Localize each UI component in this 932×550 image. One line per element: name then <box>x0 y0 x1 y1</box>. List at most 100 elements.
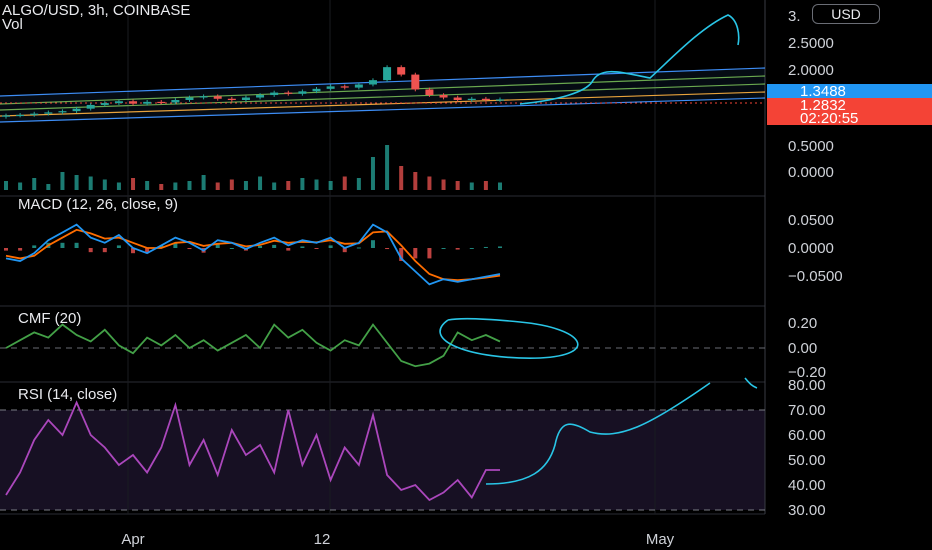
volume-bar <box>173 182 178 190</box>
macd-histogram-bar <box>483 246 488 248</box>
candle-body <box>439 95 448 98</box>
cmf-axis-tick: 0.00 <box>788 340 817 357</box>
candle-body <box>496 99 504 101</box>
volume-bar <box>483 181 488 190</box>
rsi-axis-tick: 60.00 <box>788 427 826 444</box>
candle-body <box>72 108 81 112</box>
macd-line <box>5 223 501 286</box>
volume-bar <box>342 176 347 190</box>
volume-bar <box>116 182 121 190</box>
volume-bar <box>356 178 361 190</box>
candle-body <box>383 67 392 81</box>
volume-bar <box>215 182 220 190</box>
rsi-axis-tick: 50.00 <box>788 452 826 469</box>
macd-histogram-bar <box>328 245 333 248</box>
candle-body <box>298 91 307 94</box>
candle-body <box>143 101 152 104</box>
candle-body <box>411 74 420 90</box>
cmf-pane-title: CMF (20) <box>18 310 82 327</box>
candle-body <box>16 114 25 117</box>
volume-bar <box>131 178 136 190</box>
macd-histogram-bar <box>300 246 305 248</box>
trading-chart[interactable]: 3. 2.5000 2.0000 0.5000 0.0000 0.0500 0.0000 −0… <box>0 0 932 550</box>
last_price-badge <box>767 84 932 98</box>
macd-histogram-bar <box>187 248 192 250</box>
candle-body <box>213 96 222 99</box>
volume-bar <box>427 176 432 190</box>
candle-body <box>30 113 39 115</box>
time-axis-tick: May <box>646 531 675 548</box>
volume-bar <box>74 175 79 190</box>
candle-body <box>453 97 462 100</box>
volume-bar <box>498 182 502 190</box>
candle-body <box>114 101 123 104</box>
time-axis-tick: Apr <box>121 531 144 548</box>
cmf-series <box>0 323 765 368</box>
macd-pane-title: MACD (12, 26, close, 9) <box>18 196 179 213</box>
volume-bar <box>441 179 446 190</box>
candle-body <box>368 80 377 85</box>
macd-axis-tick: −0.0500 <box>788 268 843 285</box>
macd-histogram-bar <box>102 248 107 253</box>
macd-axis-tick: 0.0000 <box>788 240 834 257</box>
rsi-axis-tick: 30.00 <box>788 502 826 519</box>
volume-bar <box>229 179 234 190</box>
price-axis-tick: 2.5000 <box>788 35 834 52</box>
macd-histogram-bar <box>18 248 23 251</box>
volume-bar <box>385 145 390 190</box>
volume-bar <box>159 184 164 190</box>
candle-body <box>171 100 180 103</box>
volume-bar <box>300 178 305 190</box>
time-axis-tick: 12 <box>314 531 331 548</box>
volume-bar <box>258 176 263 190</box>
volume-bar <box>201 175 206 190</box>
macd-axis-tick: 0.0500 <box>788 212 834 229</box>
macd-histogram-bar <box>356 247 361 249</box>
volume-bar <box>187 181 192 190</box>
candle-body <box>86 104 95 109</box>
volume-bar <box>286 181 291 190</box>
rsi-axis-tick: 70.00 <box>788 402 826 419</box>
candle-body <box>227 98 236 100</box>
macd-histogram-bar <box>286 248 291 251</box>
candle-body <box>467 98 476 100</box>
macd-histogram-bar <box>272 244 277 248</box>
volume-bar <box>60 172 65 190</box>
macd-histogram-bar <box>60 242 65 248</box>
macd-histogram-bar <box>258 245 263 248</box>
candle-body <box>185 97 194 100</box>
volume-bar <box>243 181 248 190</box>
macd-histogram-bar <box>455 248 460 250</box>
countdown-label: 02:20:55 <box>800 110 858 127</box>
candle-body <box>397 67 406 75</box>
volume-bar <box>455 181 460 190</box>
macd-histogram-bar <box>229 248 234 249</box>
macd-histogram-bar <box>441 248 446 249</box>
currency-button[interactable]: USD <box>812 4 880 24</box>
volume-bar <box>46 184 51 190</box>
volume-pane-title: Vol <box>2 16 23 33</box>
price-axis-tick: 2.0000 <box>788 62 834 79</box>
rsi-axis-tick: 80.00 <box>788 377 826 394</box>
cmf-ellipse-drawing <box>439 317 579 359</box>
candle-body <box>157 101 166 104</box>
volume-bar <box>32 178 37 190</box>
macd-series <box>4 223 502 286</box>
macd-histogram-bar <box>314 248 319 249</box>
candle-body <box>58 111 67 113</box>
candle-body <box>481 98 490 100</box>
candle-body <box>354 84 363 88</box>
macd-histogram-bar <box>413 248 418 259</box>
macd-histogram-bar <box>427 248 432 259</box>
volume-bar <box>370 157 375 190</box>
volume-bar <box>145 181 150 190</box>
volume-bar <box>413 172 418 190</box>
symbol-title: ALGO/USD, 3h, COINBASE <box>2 2 191 19</box>
candle-body <box>241 97 250 100</box>
candle-body <box>256 95 265 98</box>
macd-histogram-bar <box>498 246 502 248</box>
candle-body <box>2 115 10 117</box>
rsi-pane-title: RSI (14, close) <box>18 386 118 403</box>
macd-histogram-bar <box>469 248 474 249</box>
cmf-line <box>5 323 501 368</box>
